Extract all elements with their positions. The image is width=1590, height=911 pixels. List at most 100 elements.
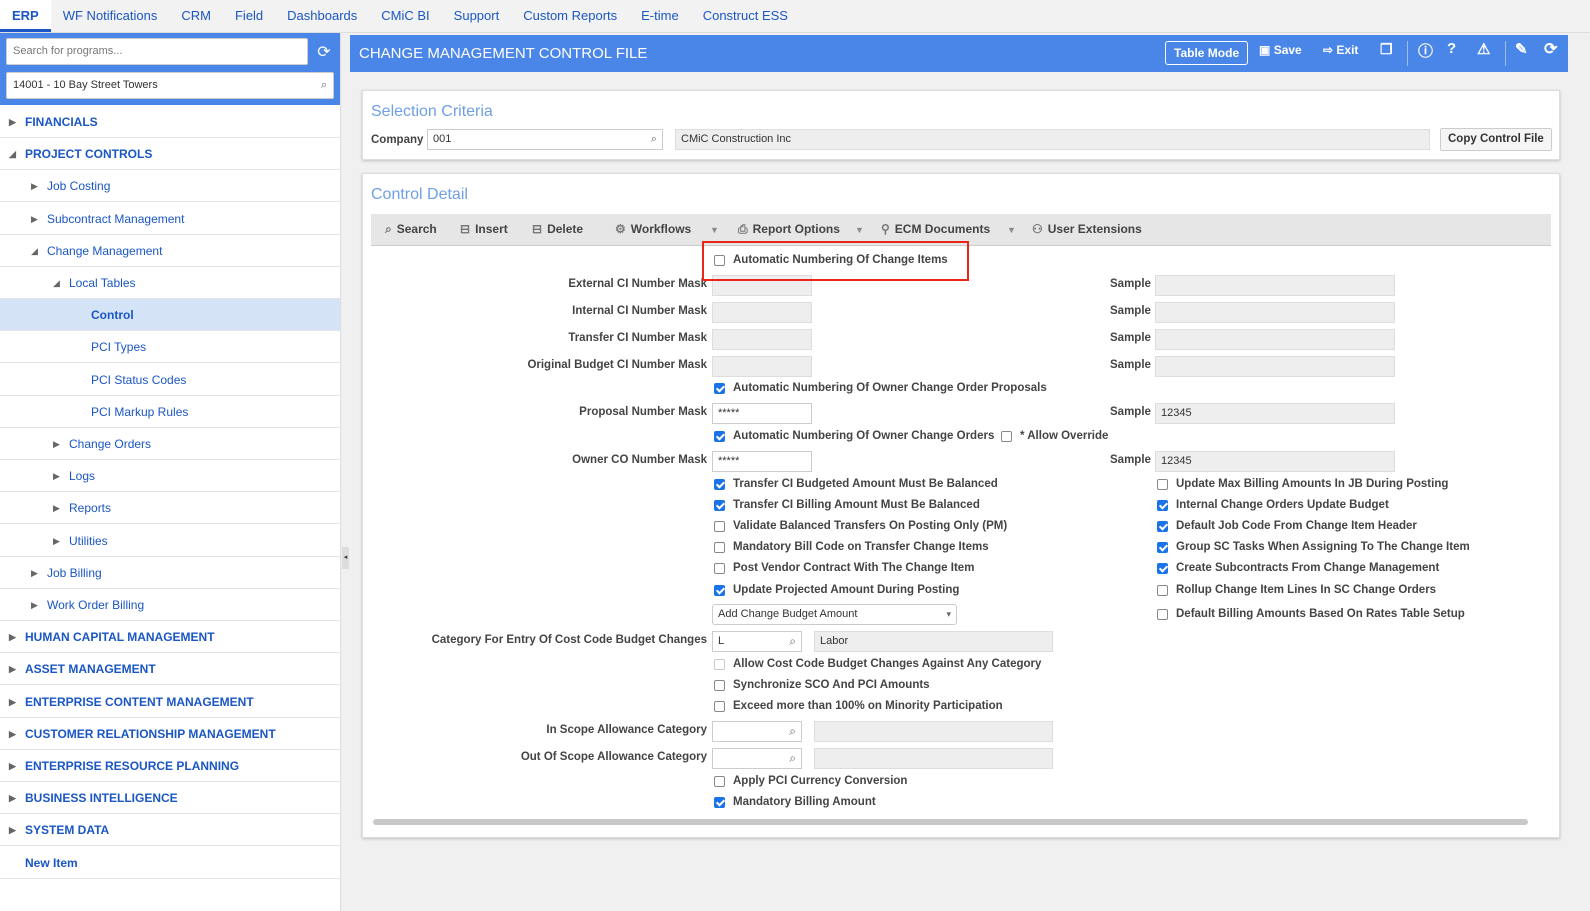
caret-right-icon[interactable]: ▶ <box>53 525 60 557</box>
dropdown-arrow-icon[interactable]: ▼ <box>1007 225 1016 235</box>
owner-co-mask-field[interactable]: ***** <box>712 451 812 472</box>
sidebar-item-enterprise-content-management[interactable]: ▶ ENTERPRISE CONTENT MANAGEMENT <box>0 686 340 718</box>
right-option-checkbox[interactable] <box>1157 479 1168 490</box>
tab-support[interactable]: Support <box>442 0 512 32</box>
bottom-option-checkbox[interactable] <box>714 776 725 787</box>
refresh-icon[interactable]: ⟳ <box>314 42 334 62</box>
sidebar-item-subcontract-management[interactable]: ▶ Subcontract Management <box>0 203 340 235</box>
in-scope-field[interactable]: ⌕ <box>712 721 802 742</box>
left-option-checkbox[interactable] <box>714 563 725 574</box>
horizontal-scrollbar[interactable] <box>373 819 1528 825</box>
toolbar-search-button[interactable]: ⌕ Search <box>385 222 437 237</box>
edit-icon[interactable]: ✎ <box>1515 40 1528 58</box>
dropdown-arrow-icon[interactable]: ▼ <box>855 225 864 235</box>
tab-field[interactable]: Field <box>223 0 275 32</box>
toolbar-delete-button[interactable]: ⊟ Delete <box>532 222 583 236</box>
caret-right-icon[interactable]: ▶ <box>31 589 38 621</box>
sidebar-item-human-capital-management[interactable]: ▶ HUMAN CAPITAL MANAGEMENT <box>0 621 340 654</box>
right-option-checkbox[interactable] <box>1157 609 1168 620</box>
caret-down-icon[interactable]: ◢ <box>31 235 38 267</box>
left-option-checkbox[interactable] <box>714 585 725 596</box>
info-icon[interactable]: ⓘ <box>1418 40 1433 61</box>
sidebar-item-utilities[interactable]: ▶ Utilities <box>0 525 340 557</box>
caret-right-icon[interactable]: ▶ <box>9 750 16 782</box>
search-icon[interactable]: ⌕ <box>321 73 327 98</box>
tab-e-time[interactable]: E-time <box>629 0 691 32</box>
right-option-checkbox[interactable] <box>1157 500 1168 511</box>
right-option-checkbox[interactable] <box>1157 585 1168 596</box>
dropdown-arrow-icon[interactable]: ▼ <box>710 225 719 235</box>
left-option-checkbox[interactable] <box>714 500 725 511</box>
auto-numbering-owner-co-checkbox[interactable] <box>714 431 725 442</box>
tab-wf-notifications[interactable]: WF Notifications <box>51 0 170 32</box>
left-option-checkbox[interactable] <box>714 479 725 490</box>
sidebar-item-work-order-billing[interactable]: ▶ Work Order Billing <box>0 589 340 621</box>
sidebar-item-change-management[interactable]: ◢ Change Management <box>0 235 340 267</box>
sidebar-item-customer-relationship-management[interactable]: ▶ CUSTOMER RELATIONSHIP MANAGEMENT <box>0 718 340 750</box>
toolbar-workflows-button[interactable]: ⚙ Workflows <box>615 222 691 236</box>
mid-option-checkbox[interactable] <box>714 680 725 691</box>
bottom-option-checkbox[interactable] <box>714 797 725 808</box>
tab-erp[interactable]: ERP <box>0 0 51 32</box>
left-option-checkbox[interactable] <box>714 521 725 532</box>
sidebar-item-reports[interactable]: ▶ Reports <box>0 492 340 525</box>
warning-icon[interactable]: ⚠ <box>1477 40 1490 58</box>
save-button[interactable]: ▣ Save <box>1259 43 1302 57</box>
sidebar-item-enterprise-resource-planning[interactable]: ▶ ENTERPRISE RESOURCE PLANNING <box>0 750 340 782</box>
category-code-field[interactable]: L ⌕ <box>712 631 802 652</box>
toolbar-ecm-documents-button[interactable]: ⚲ ECM Documents <box>881 222 990 236</box>
caret-right-icon[interactable]: ▶ <box>9 653 16 685</box>
caret-right-icon[interactable]: ▶ <box>53 492 60 524</box>
sidebar-item-logs[interactable]: ▶ Logs <box>0 460 340 493</box>
tab-custom-reports[interactable]: Custom Reports <box>511 0 629 32</box>
program-search-input[interactable]: Search for programs... <box>6 38 308 65</box>
sidebar-item-project-controls[interactable]: ◢ PROJECT CONTROLS <box>0 138 340 171</box>
caret-right-icon[interactable]: ▶ <box>9 718 16 750</box>
caret-right-icon[interactable]: ▶ <box>9 621 16 653</box>
caret-right-icon[interactable]: ▶ <box>31 170 38 202</box>
company-field[interactable]: 001 ⌕ <box>427 129 663 150</box>
sidebar-item-local-tables[interactable]: ◢ Local Tables <box>0 267 340 299</box>
caret-right-icon[interactable]: ▶ <box>31 557 38 589</box>
help-icon[interactable]: ? <box>1447 40 1456 57</box>
search-icon[interactable]: ⌕ <box>651 130 657 149</box>
proposal-mask-field[interactable]: ***** <box>712 403 812 424</box>
table-mode-button[interactable]: Table Mode <box>1165 41 1249 65</box>
toolbar-insert-button[interactable]: ⊟ Insert <box>460 222 508 236</box>
sidebar-item-new-item[interactable]: New Item <box>0 847 340 879</box>
right-option-checkbox[interactable] <box>1157 563 1168 574</box>
sidebar-item-asset-management[interactable]: ▶ ASSET MANAGEMENT <box>0 653 340 686</box>
budget-amount-select[interactable]: Add Change Budget Amount ▾ <box>712 604 957 625</box>
left-option-checkbox[interactable] <box>714 542 725 553</box>
search-icon[interactable]: ⌕ <box>789 632 796 651</box>
copy-control-file-button[interactable]: Copy Control File <box>1440 128 1552 151</box>
caret-right-icon[interactable]: ▶ <box>53 460 60 492</box>
sidebar-item-pci-markup-rules[interactable]: PCI Markup Rules <box>0 396 340 428</box>
allow-override-checkbox[interactable] <box>1001 431 1012 442</box>
search-icon[interactable]: ⌕ <box>789 722 796 741</box>
toolbar-user-extensions-button[interactable]: ⚇ User Extensions <box>1032 222 1142 236</box>
collapse-sidebar-handle[interactable]: ◂ <box>342 547 349 569</box>
right-option-checkbox[interactable] <box>1157 542 1168 553</box>
out-scope-field[interactable]: ⌕ <box>712 748 802 769</box>
copy-icon[interactable]: ❐ <box>1380 41 1393 58</box>
caret-down-icon[interactable]: ◢ <box>9 138 16 170</box>
tab-crm[interactable]: CRM <box>169 0 223 32</box>
caret-right-icon[interactable]: ▶ <box>9 106 16 138</box>
auto-numbering-proposals-checkbox[interactable] <box>714 383 725 394</box>
sidebar-item-system-data[interactable]: ▶ SYSTEM DATA <box>0 814 340 847</box>
exit-button[interactable]: ⇨ Exit <box>1323 43 1358 57</box>
caret-right-icon[interactable]: ▶ <box>9 782 16 814</box>
sidebar-item-financials[interactable]: ▶ FINANCIALS <box>0 106 340 138</box>
sidebar-item-business-intelligence[interactable]: ▶ BUSINESS INTELLIGENCE <box>0 782 340 815</box>
tab-dashboards[interactable]: Dashboards <box>275 0 369 32</box>
mid-option-checkbox[interactable] <box>714 701 725 712</box>
caret-right-icon[interactable]: ▶ <box>9 686 16 718</box>
project-field[interactable]: 14001 - 10 Bay Street Towers ⌕ <box>6 72 334 99</box>
caret-down-icon[interactable]: ◢ <box>53 267 60 299</box>
right-option-checkbox[interactable] <box>1157 521 1168 532</box>
tab-cmic-bi[interactable]: CMiC BI <box>369 0 441 32</box>
sidebar-item-control[interactable]: Control <box>0 299 340 332</box>
sidebar-item-job-costing[interactable]: ▶ Job Costing <box>0 170 340 203</box>
sidebar-item-change-orders[interactable]: ▶ Change Orders <box>0 428 340 460</box>
